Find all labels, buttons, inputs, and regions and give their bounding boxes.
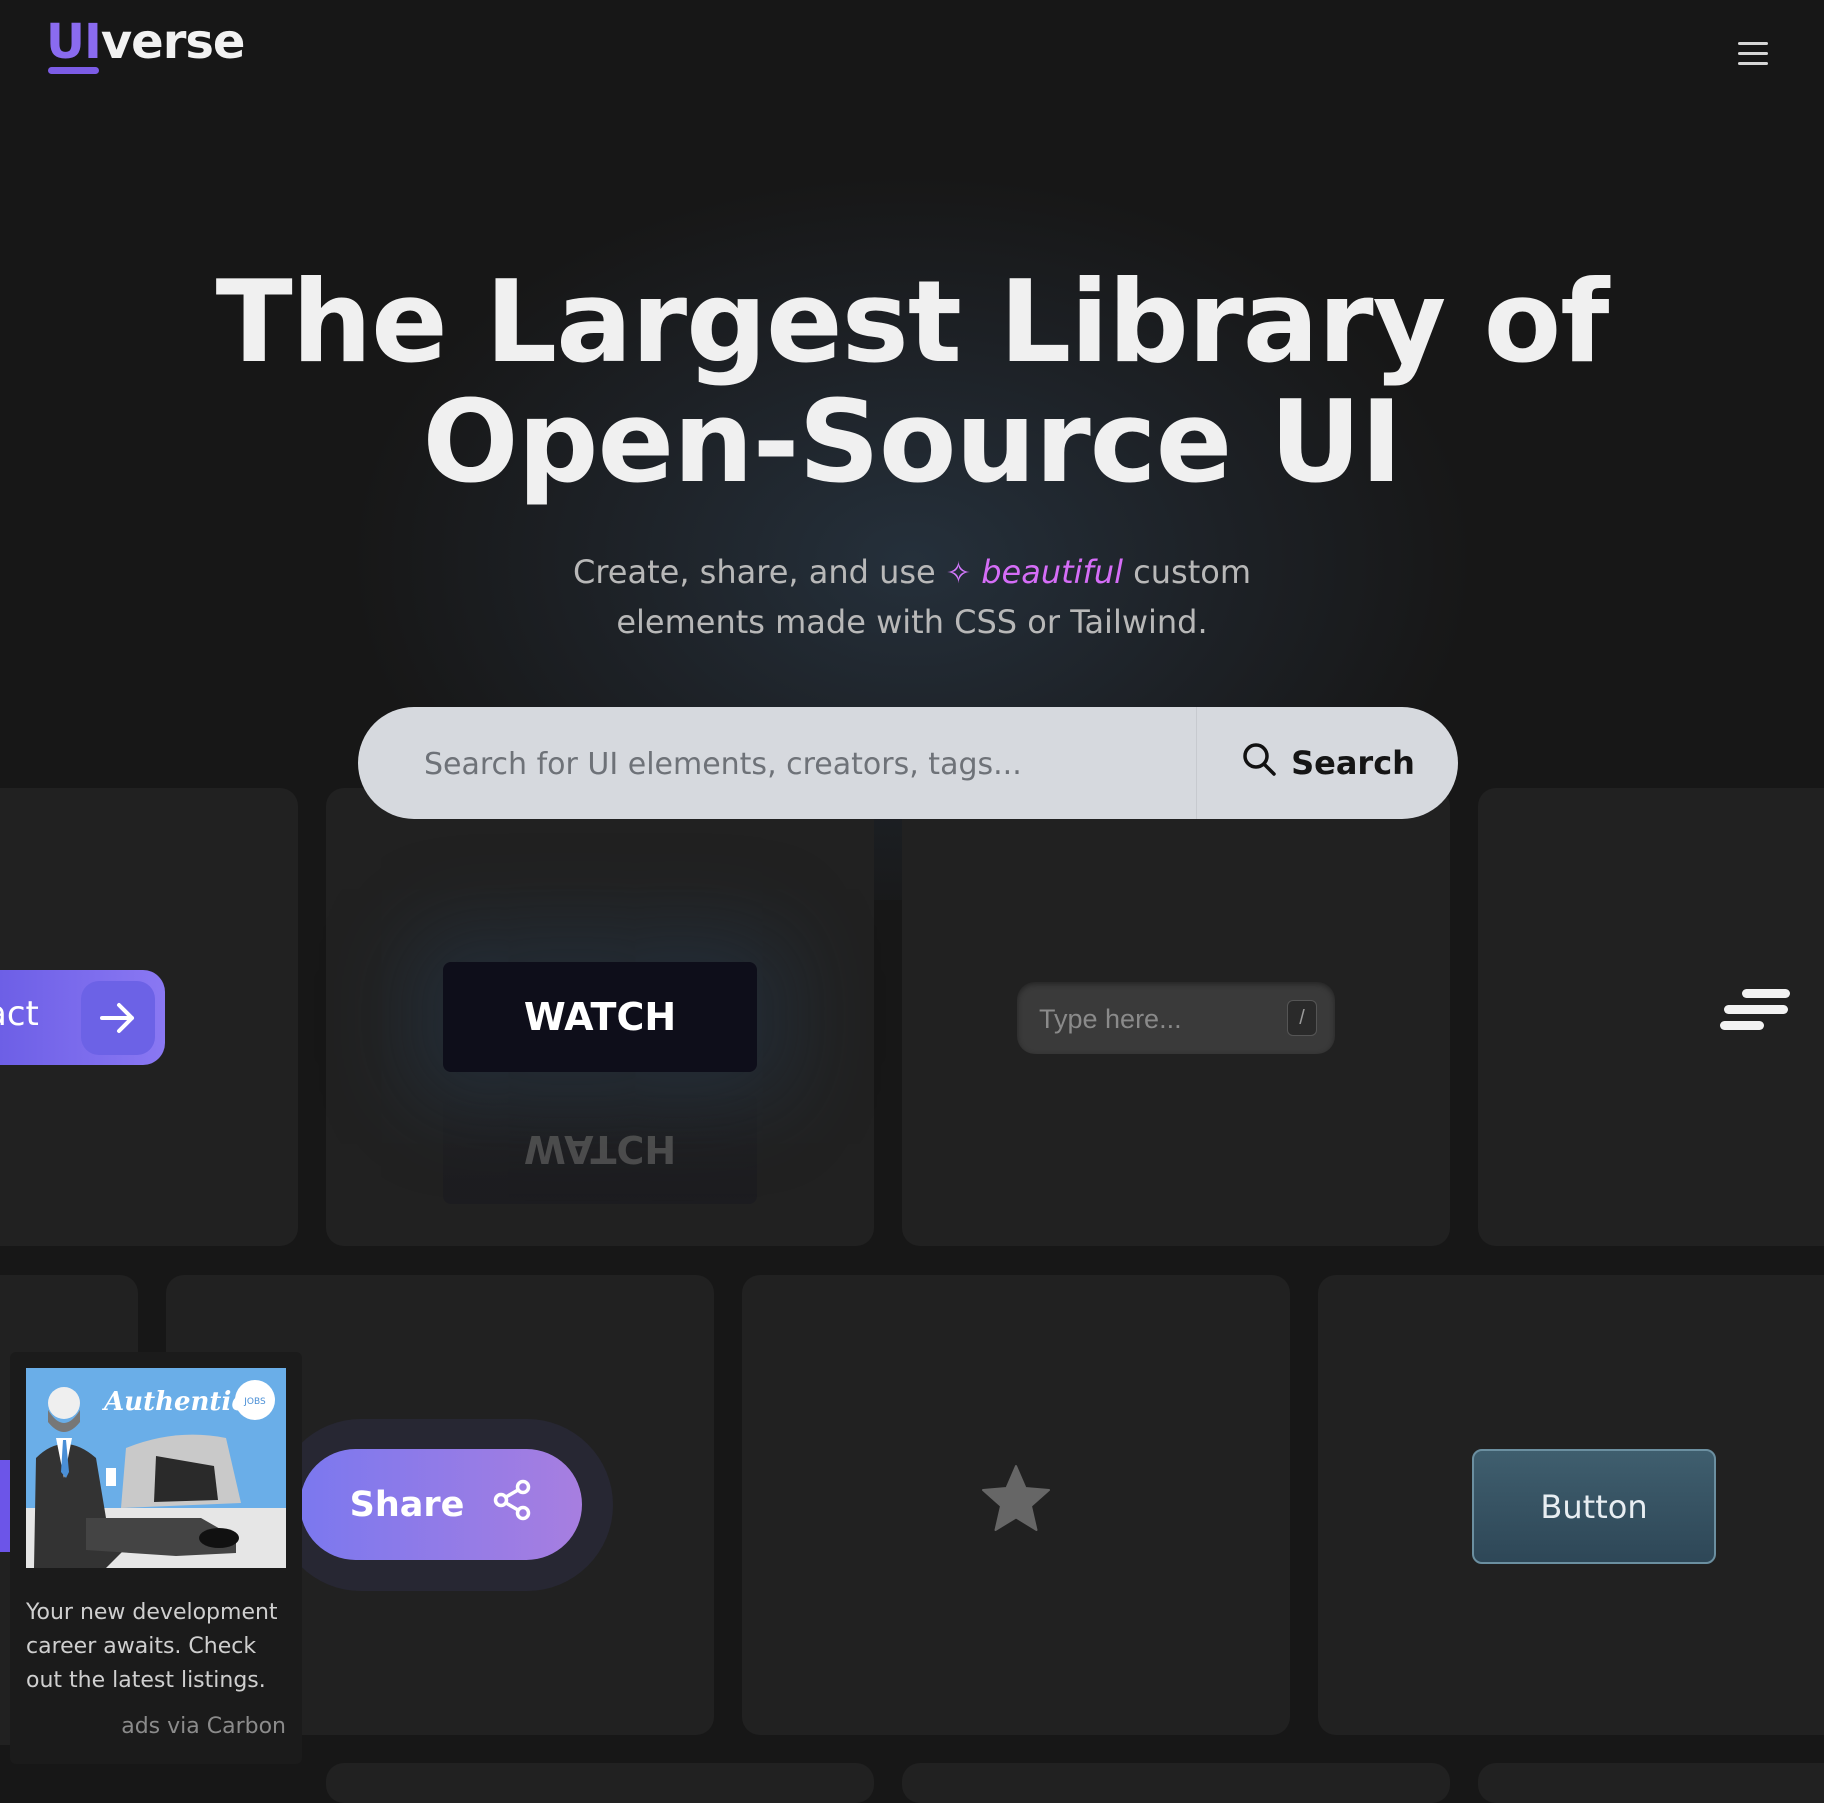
component-card[interactable] (902, 1763, 1450, 1803)
search-button-label: Search (1291, 744, 1415, 782)
page-title: The Largest Library of Open-Source UI (0, 262, 1824, 502)
menu-icon[interactable] (1730, 36, 1774, 72)
subtitle-highlight: beautiful (981, 553, 1123, 591)
watch-reflection: WATCH (443, 1094, 757, 1204)
share-label: Share (349, 1484, 465, 1525)
lines-icon[interactable] (1718, 987, 1792, 1035)
sparkle-icon: ✧ (945, 556, 972, 591)
arrow-right-icon (81, 981, 155, 1055)
component-card[interactable] (1478, 1763, 1824, 1803)
ad-image[interactable]: Authentic JOBS (26, 1368, 286, 1568)
subtitle-line-2: elements made with CSS or Tailwind. (616, 603, 1208, 641)
slash-key: / (1287, 1000, 1317, 1036)
subtitle-before: Create, share, and use (573, 553, 936, 591)
search-button[interactable]: Search (1196, 707, 1458, 819)
logo-ui-part: UI (46, 14, 102, 70)
purple-card-edge (0, 1460, 10, 1552)
hero-subtitle: Create, share, and use ✧ beautiful custo… (0, 548, 1824, 646)
type-input-container: / (1017, 982, 1335, 1056)
share-button[interactable]: Share (300, 1449, 582, 1560)
share-icon (492, 1479, 532, 1530)
title-line-2: Open-Source UI (422, 376, 1403, 508)
logo-verse-part: verse (100, 14, 246, 70)
ad-image-badge: JOBS (243, 1397, 266, 1407)
contact-label: act (0, 994, 39, 1034)
glass-button[interactable]: Button (1472, 1449, 1716, 1564)
watch-button[interactable]: WATCH (443, 962, 757, 1072)
ad-via-link[interactable]: ads via Carbon (121, 1714, 286, 1739)
type-here-input[interactable] (1037, 982, 1281, 1056)
component-card[interactable] (326, 1763, 874, 1803)
top-bar: UIverse (0, 0, 1824, 110)
subtitle-after: custom (1133, 553, 1251, 591)
search-input[interactable] (422, 707, 1186, 819)
ad-image-text: Authentic (101, 1387, 247, 1417)
ad-text[interactable]: Your new development career awaits. Chec… (26, 1596, 294, 1698)
search-bar: Search (358, 707, 1458, 819)
logo[interactable]: UIverse (46, 14, 246, 84)
contact-button[interactable]: act (0, 970, 165, 1065)
star-icon[interactable] (980, 1463, 1052, 1535)
carbon-ad: Authentic JOBS Your new development care… (10, 1352, 302, 1764)
title-line-1: The Largest Library of (215, 256, 1610, 388)
search-icon (1241, 741, 1277, 785)
